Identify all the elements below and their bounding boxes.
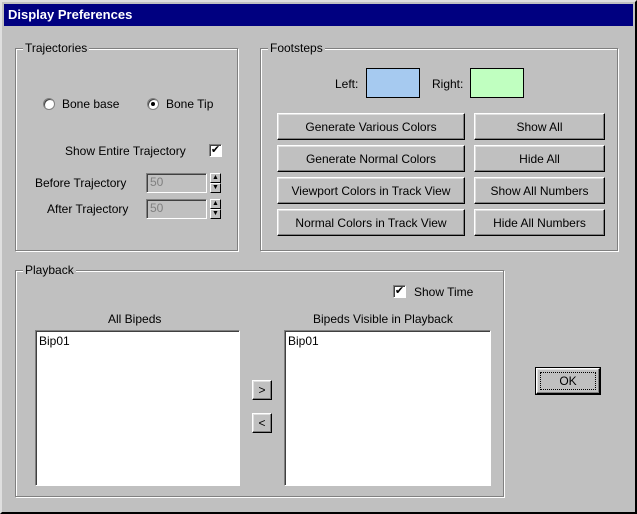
normal-colors-track-view-button[interactable]: Normal Colors in Track View (277, 209, 465, 236)
spin-down-icon[interactable]: ▼ (210, 209, 221, 219)
show-time-label[interactable]: Show Time (414, 284, 473, 300)
list-item[interactable]: Bip01 (39, 334, 236, 348)
before-trajectory-label: Before Trajectory (35, 176, 127, 190)
spin-up-icon[interactable]: ▲ (210, 173, 221, 183)
title-bar[interactable]: Display Preferences (4, 4, 633, 26)
radio-selected-dot (151, 102, 155, 106)
left-color-label: Left: (335, 77, 359, 91)
left-color-swatch[interactable] (366, 68, 420, 98)
show-all-numbers-button[interactable]: Show All Numbers (474, 177, 605, 204)
right-color-label: Right: (432, 77, 464, 91)
visible-bipeds-title: Bipeds Visible in Playback (313, 312, 453, 326)
bone-base-label[interactable]: Bone base (62, 96, 119, 112)
ok-button[interactable]: OK (536, 368, 600, 394)
bone-tip-radio[interactable] (147, 98, 159, 110)
bone-base-radio[interactable] (43, 98, 55, 110)
move-left-button[interactable]: < (252, 413, 272, 433)
all-bipeds-title: All Bipeds (108, 312, 162, 326)
spin-up-icon[interactable]: ▲ (210, 199, 221, 209)
checkmark-icon: ✔ (394, 285, 405, 297)
footsteps-title: Footsteps (268, 41, 325, 55)
trajectories-title: Trajectories (23, 41, 90, 55)
hide-all-numbers-button[interactable]: Hide All Numbers (474, 209, 605, 236)
dialog-window: Display Preferences Trajectories Bone ba… (0, 0, 637, 514)
show-entire-trajectory-label[interactable]: Show Entire Trajectory (65, 143, 186, 159)
generate-normal-colors-button[interactable]: Generate Normal Colors (277, 145, 465, 172)
before-trajectory-spinner[interactable]: ▲ ▼ (210, 173, 221, 193)
generate-various-colors-button[interactable]: Generate Various Colors (277, 113, 465, 140)
list-item[interactable]: Bip01 (288, 334, 487, 348)
show-all-button[interactable]: Show All (474, 113, 605, 140)
playback-title: Playback (23, 263, 76, 277)
visible-bipeds-list[interactable]: Bip01 (284, 330, 491, 486)
bone-tip-label[interactable]: Bone Tip (166, 96, 213, 112)
checkmark-icon: ✔ (210, 144, 221, 156)
right-color-swatch[interactable] (470, 68, 524, 98)
viewport-colors-track-view-button[interactable]: Viewport Colors in Track View (277, 177, 465, 204)
after-trajectory-label: After Trajectory (47, 202, 129, 216)
after-trajectory-input[interactable]: 50 (146, 199, 207, 219)
move-right-button[interactable]: > (252, 380, 272, 400)
show-time-checkbox[interactable]: ✔ (393, 285, 406, 298)
hide-all-button[interactable]: Hide All (474, 145, 605, 172)
ok-button-frame: OK (535, 367, 601, 395)
all-bipeds-list[interactable]: Bip01 (35, 330, 240, 486)
before-trajectory-input[interactable]: 50 (146, 173, 207, 193)
after-trajectory-spinner[interactable]: ▲ ▼ (210, 199, 221, 219)
show-entire-trajectory-checkbox[interactable]: ✔ (209, 144, 222, 157)
spin-down-icon[interactable]: ▼ (210, 183, 221, 193)
